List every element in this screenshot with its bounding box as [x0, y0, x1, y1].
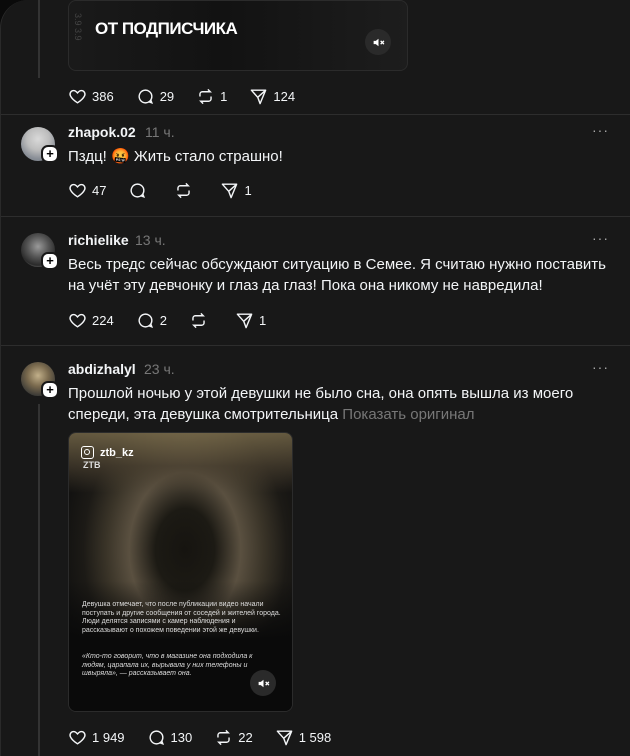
share-count: 124 — [273, 89, 296, 104]
video-caption: Девушка отмечает, что после публикации в… — [82, 601, 281, 634]
post-actions: 386 29 1 124 — [68, 87, 317, 106]
username[interactable]: zhapok.02 — [68, 124, 136, 140]
like-count: 47 — [92, 183, 107, 198]
post-actions: 1 949 130 22 1 598 — [68, 728, 353, 747]
share-count: 1 — [244, 183, 252, 198]
comment-icon — [138, 313, 153, 329]
post-actions: 224 2 1 — [68, 311, 288, 330]
like-button[interactable]: 224 — [68, 311, 114, 330]
comment-icon — [149, 730, 164, 746]
feed-panel: 3.9 3.9 ОТ ПОДПИСЧИКА 386 29 1 124 + zha… — [0, 0, 630, 756]
instagram-icon — [81, 446, 94, 459]
like-count: 1 949 — [92, 730, 125, 745]
reply-button[interactable]: 29 — [136, 87, 174, 106]
share-button[interactable]: 124 — [249, 87, 295, 106]
comment-icon — [138, 89, 153, 105]
reply-count: 130 — [170, 730, 193, 745]
reply-button[interactable]: 2 — [136, 311, 167, 330]
volume-mute-icon — [258, 679, 269, 687]
repost-button[interactable] — [174, 181, 198, 200]
follow-plus-icon[interactable]: + — [41, 145, 59, 163]
share-button[interactable]: 1 598 — [275, 728, 332, 747]
like-count: 224 — [92, 313, 114, 328]
send-icon — [251, 89, 267, 105]
repost-button[interactable]: 22 — [214, 728, 253, 747]
heart-icon — [69, 730, 86, 745]
more-options-icon[interactable]: ··· — [592, 122, 609, 138]
post-text-line: спереди, эта девушка смотрительница Пока… — [68, 404, 475, 426]
heart-icon — [69, 313, 86, 328]
reply-count: 29 — [159, 89, 175, 104]
watermark-logo: ZTB — [83, 460, 101, 470]
thread-line — [38, 404, 40, 756]
more-options-icon[interactable]: ··· — [592, 230, 609, 246]
video-quote: «Кто-то говорит, что в магазине она подх… — [82, 653, 253, 677]
like-count: 386 — [92, 89, 114, 104]
send-icon — [236, 313, 253, 329]
follow-plus-icon[interactable]: + — [41, 252, 59, 270]
post-text-content: спереди, эта девушка смотрительница — [68, 406, 339, 423]
repost-button[interactable] — [189, 311, 213, 330]
share-button[interactable]: 1 — [220, 181, 252, 200]
show-original-link[interactable]: Показать оригинал — [342, 406, 474, 423]
username[interactable]: richielike — [68, 232, 129, 248]
like-button[interactable]: 1 949 — [68, 728, 125, 747]
post-divider — [1, 216, 630, 217]
watermark-handle: ztb_kz — [100, 446, 134, 459]
repost-count: 1 — [220, 89, 228, 104]
send-icon — [222, 183, 238, 199]
reply-count: 2 — [159, 313, 167, 328]
more-options-icon[interactable]: ··· — [592, 359, 609, 375]
share-button[interactable]: 1 — [235, 311, 266, 330]
post-time: 13 ч. — [135, 232, 166, 248]
heart-icon — [69, 89, 86, 104]
like-button[interactable]: 386 — [68, 87, 114, 106]
repost-icon — [199, 88, 213, 105]
post-time: 11 ч. — [145, 124, 175, 140]
volume-mute-icon — [373, 38, 384, 46]
video-watermark: ztb_kz — [81, 446, 134, 459]
post-text: Пздц! 🤬 Жить стало страшно! — [68, 148, 283, 165]
video-title: ОТ ПОДПИСЧИКА — [95, 19, 238, 38]
share-count: 1 598 — [298, 730, 332, 745]
mute-button[interactable] — [365, 29, 391, 55]
heart-icon — [69, 183, 86, 198]
repost-count: 22 — [238, 730, 253, 745]
post-divider — [1, 345, 630, 346]
post-actions: 47 1 — [68, 181, 274, 200]
repost-icon — [191, 312, 205, 329]
repost-icon — [217, 729, 231, 746]
video-edge-text: 3.9 3.9 — [73, 13, 83, 41]
share-count: 1 — [258, 313, 267, 328]
reply-button[interactable] — [128, 181, 152, 200]
post-time: 23 ч. — [144, 361, 175, 377]
mute-button[interactable] — [250, 670, 276, 696]
post-text-line: Прошлой ночью у этой девушки не было сна… — [68, 385, 574, 402]
post-divider — [1, 114, 630, 115]
reply-button[interactable]: 130 — [147, 728, 193, 747]
send-icon — [276, 730, 293, 746]
post-text-line: на учёт эту девчонку и глаз да глаз! Пок… — [68, 277, 543, 294]
follow-plus-icon[interactable]: + — [41, 381, 59, 399]
like-button[interactable]: 47 — [68, 181, 106, 200]
repost-icon — [177, 182, 191, 199]
username[interactable]: abdizhalyl — [68, 361, 136, 377]
post-video[interactable]: ztb_kz ZTB Девушка отмечает, что после п… — [68, 432, 293, 712]
comment-icon — [130, 183, 146, 199]
post-text-line: Весь тредс сейчас обсуждают ситуацию в С… — [68, 256, 606, 273]
repost-button[interactable]: 1 — [196, 87, 227, 106]
post-video[interactable]: 3.9 3.9 ОТ ПОДПИСЧИКА — [68, 0, 408, 71]
thread-line — [38, 0, 40, 78]
video-highlight — [69, 433, 292, 493]
